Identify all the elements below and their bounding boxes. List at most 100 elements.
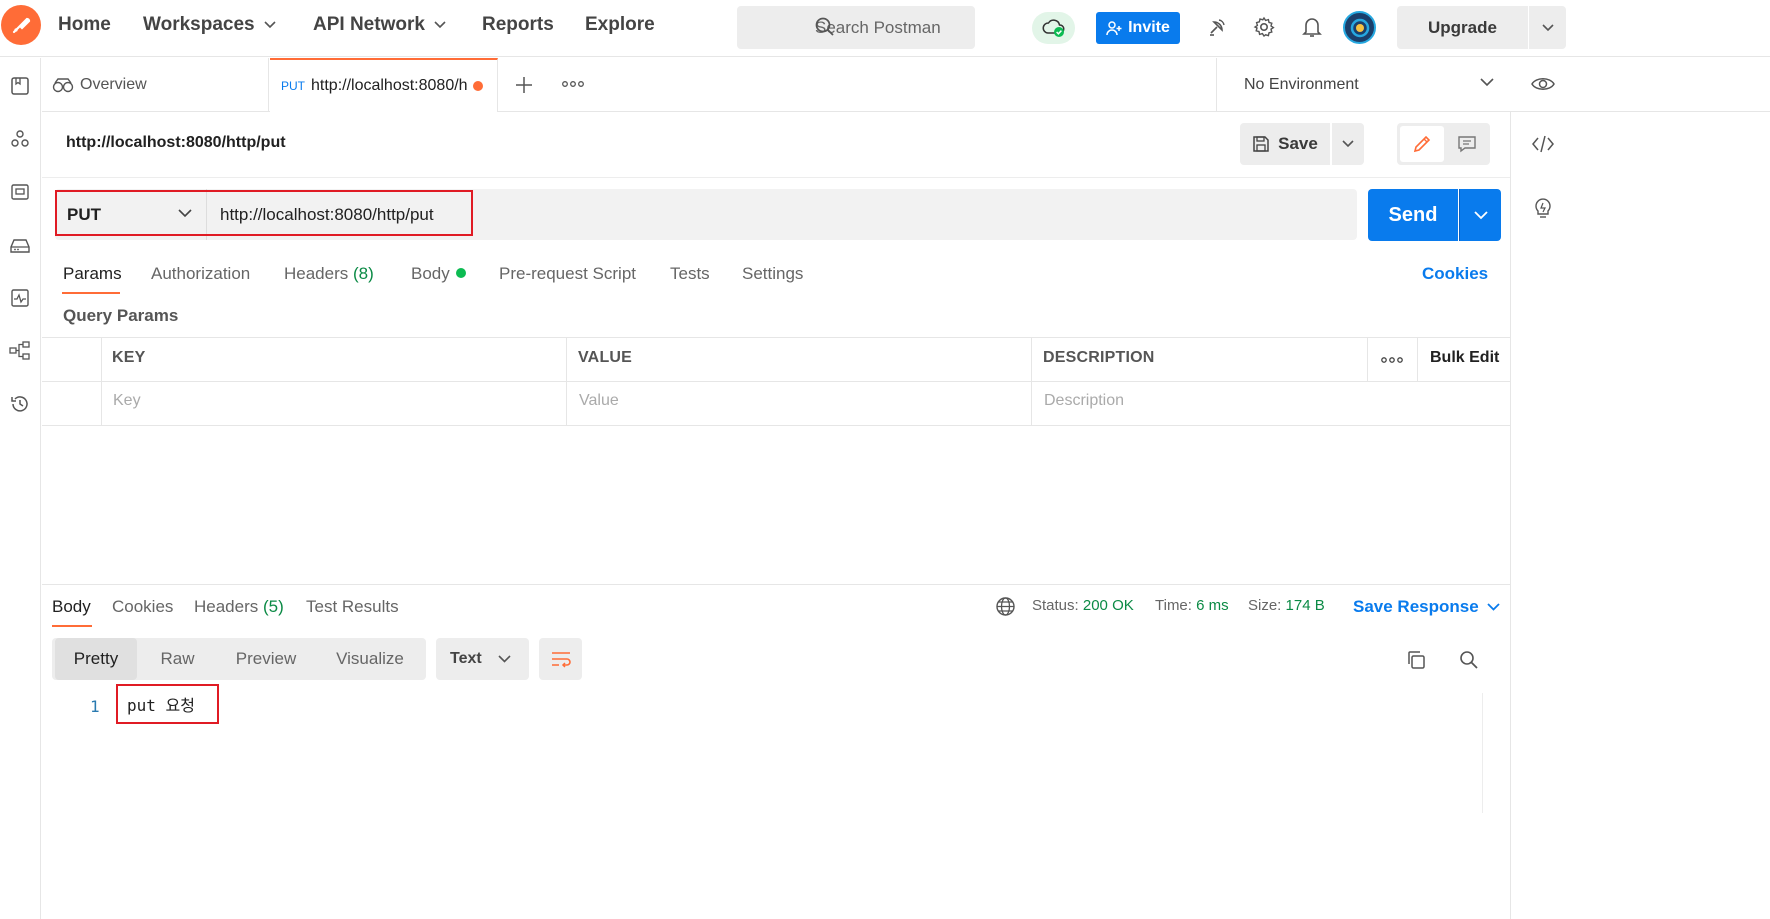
response-status[interactable]: Status: 200 OK [1032,597,1134,614]
collections-icon[interactable] [4,70,36,102]
tab-prerequest-script[interactable]: Pre-request Script [499,264,636,284]
tab-overview[interactable]: Overview [42,58,269,112]
response-tab-headers[interactable]: Headers (5) [194,597,284,617]
invite-button[interactable]: Invite [1096,12,1180,44]
tab-settings[interactable]: Settings [742,264,803,284]
view-raw[interactable]: Raw [140,638,215,680]
environments-icon[interactable] [4,176,36,208]
view-visualize[interactable]: Visualize [317,638,423,680]
tab-headers[interactable]: Headers (8) [284,264,374,284]
key-input[interactable]: Key [113,392,141,410]
response-scrollbar[interactable] [1482,693,1500,813]
cookies-link[interactable]: Cookies [1422,264,1488,284]
response-body-value: put 요청 [127,696,195,715]
response-tab-test-results[interactable]: Test Results [306,597,399,617]
column-header-description: DESCRIPTION [1043,349,1155,366]
new-tab-plus-icon[interactable] [513,74,535,96]
nav-reports[interactable]: Reports [482,14,554,36]
upgrade-dropdown-button[interactable] [1529,6,1566,49]
send-label: Send [1388,203,1438,226]
settings-gear-icon[interactable] [1250,13,1278,41]
save-button[interactable]: Save [1240,123,1330,165]
comments-icon[interactable] [1447,126,1487,162]
column-divider [566,337,567,426]
more-tabs-icon[interactable] [562,79,584,89]
sync-status-icon[interactable] [1032,12,1075,44]
globe-icon[interactable] [995,596,1016,617]
unsaved-changes-dot [473,81,483,91]
response-body-text[interactable]: put 요청 [116,684,219,724]
code-snippet-icon[interactable] [1531,133,1555,155]
mock-servers-icon[interactable] [4,229,36,261]
column-header-value: VALUE [578,349,633,366]
wrap-lines-icon[interactable] [539,638,582,680]
view-pretty[interactable]: Pretty [55,638,137,680]
overview-icon [52,78,74,93]
more-options-icon[interactable] [1381,355,1403,365]
save-response-label: Save Response [1353,597,1479,616]
copy-icon[interactable] [1402,646,1430,674]
nav-api-network[interactable]: API Network [313,14,446,36]
satellite-icon[interactable] [1203,13,1231,41]
request-title[interactable]: http://localhost:8080/http/put [66,134,286,152]
edit-pencil-icon[interactable] [1400,126,1444,162]
table-row-separator [42,381,1510,382]
response-time[interactable]: Time: 6 ms [1155,597,1229,614]
flows-icon[interactable] [4,335,36,367]
value-input[interactable]: Value [579,392,619,410]
status-value: 200 OK [1082,597,1134,614]
bulk-edit-button[interactable]: Bulk Edit [1430,349,1499,367]
chevron-down-icon [1342,140,1354,148]
nav-home-label: Home [58,14,111,35]
save-dropdown-button[interactable] [1332,123,1364,165]
send-dropdown-button[interactable] [1459,189,1501,241]
nav-home[interactable]: Home [58,14,111,36]
response-pane-divider[interactable] [42,584,1510,585]
response-format-select[interactable]: Text [436,638,529,680]
tab-authorization[interactable]: Authorization [151,264,250,284]
nav-workspaces[interactable]: Workspaces [143,14,276,36]
tab-params[interactable]: Params [63,264,122,284]
history-icon[interactable] [4,388,36,420]
response-tab-cookies[interactable]: Cookies [112,597,173,617]
environment-quick-look-eye-icon[interactable] [1531,74,1555,94]
save-label: Save [1278,134,1318,153]
send-button[interactable]: Send [1368,189,1458,241]
upgrade-button[interactable]: Upgrade [1397,6,1528,49]
environment-selector[interactable]: No Environment [1216,58,1510,112]
invite-label: Invite [1128,19,1170,36]
time-label: Time: [1155,597,1192,614]
postman-logo-icon[interactable] [1,5,41,45]
environment-label: No Environment [1244,76,1359,93]
save-response-button[interactable]: Save Response [1353,597,1500,617]
search-input[interactable]: Search Postman [737,6,975,49]
tab-tests[interactable]: Tests [670,264,710,284]
tab-request-put[interactable]: PUT http://localhost:8080/http/put [270,58,498,112]
search-response-icon[interactable] [1455,646,1483,674]
line-number: 1 [90,697,100,716]
nav-workspaces-label: Workspaces [143,14,255,35]
tab-body[interactable]: Body [411,264,466,284]
response-size[interactable]: Size: 174 B [1248,597,1325,614]
apis-icon[interactable] [4,123,36,155]
view-preview[interactable]: Preview [218,638,314,680]
column-divider [1367,337,1368,381]
description-input[interactable]: Description [1044,392,1124,410]
nav-api-network-label: API Network [313,14,425,35]
size-value: 174 B [1285,597,1325,614]
nav-reports-label: Reports [482,14,554,35]
active-tab-underline [62,292,120,294]
user-avatar[interactable] [1343,11,1376,44]
tab-overview-label: Overview [80,76,147,93]
search-icon [815,17,835,37]
size-label: Size: [1248,597,1282,614]
response-format-value: Text [450,650,482,667]
lightbulb-icon[interactable] [1532,195,1554,221]
nav-explore[interactable]: Explore [585,14,655,36]
column-divider [101,337,102,426]
monitors-icon[interactable] [4,282,36,314]
notification-bell-icon[interactable] [1298,13,1326,41]
nav-explore-label: Explore [585,14,655,35]
response-tab-body[interactable]: Body [52,597,91,617]
chevron-down-icon [498,655,511,663]
